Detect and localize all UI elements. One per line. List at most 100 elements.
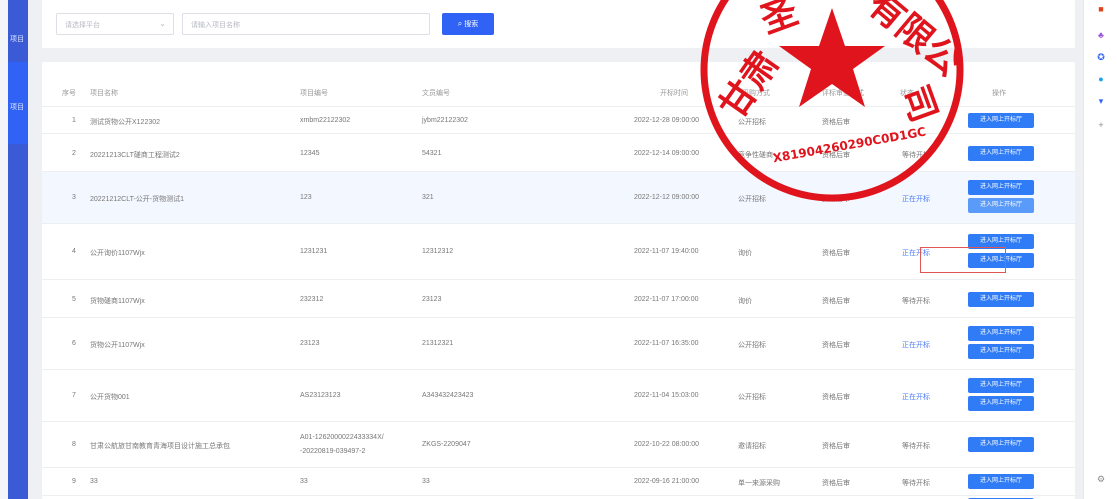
cell-file-no: ZKGS-2209047 xyxy=(422,441,471,448)
cell-review: 资格后审 xyxy=(822,342,850,349)
enter-hall-button[interactable]: 进入网上开标厅 xyxy=(968,146,1034,161)
cell-project-no: 33 xyxy=(300,478,308,485)
cell-review: 资格后审 xyxy=(822,119,850,126)
search-button-label: 搜索 xyxy=(464,21,479,28)
project-table: 序号 项目名称 项目编号 文员编号 开标时间 采购方式 评标审查方式 状态 操作… xyxy=(42,62,1075,499)
settings-icon[interactable]: ⚙ xyxy=(1096,474,1106,484)
table-row: 9 33 33 33 2022-09-16 21:00:00 单一来源采购 资格… xyxy=(42,468,1075,496)
nav-item-label[interactable]: 项目 xyxy=(10,34,24,44)
enter-hall-button[interactable]: 进入网上开标厅 xyxy=(968,234,1034,249)
enter-hall-button[interactable]: 进入网上开标厅 xyxy=(968,326,1034,341)
cell-index: 2 xyxy=(72,150,76,157)
table-row: 1 测试货物公开X122302 xmbm22122302 jybm2212230… xyxy=(42,106,1075,134)
table-row: 5 货物磋商1107Wjx 232312 23123 2022-11-07 17… xyxy=(42,280,1075,318)
cell-project-no-line2: -20220819-039497-2 xyxy=(300,448,366,455)
project-name-placeholder: 请输入项目名称 xyxy=(191,22,240,29)
cell-open-time: 2022-12-12 09:00:00 xyxy=(634,194,699,201)
col-header-project-no: 项目编号 xyxy=(300,90,328,97)
platform-select-placeholder: 请选择平台 xyxy=(65,22,100,29)
app-icon-red[interactable]: ■ xyxy=(1096,4,1106,14)
right-toolbar: ■ ♣ ✪ ● ▾ + ⚙ xyxy=(1083,0,1117,499)
enter-hall-button-secondary[interactable]: 进入网上开标厅 xyxy=(968,344,1034,359)
cell-name: 货物公开1107Wjx xyxy=(90,342,145,349)
cell-index: 6 xyxy=(72,340,76,347)
cell-status[interactable]: 正在开标 xyxy=(902,194,930,204)
app-icon-blue[interactable]: ✪ xyxy=(1096,52,1106,62)
cell-open-time: 2022-10-22 08:00:00 xyxy=(634,441,699,448)
col-header-open-time: 开标时间 xyxy=(660,90,688,97)
cell-file-no: 21312321 xyxy=(422,340,454,347)
app-icon-purple[interactable]: ♣ xyxy=(1096,30,1106,40)
cell-method: 公开招标 xyxy=(738,119,766,126)
enter-hall-button[interactable]: 进入网上开标厅 xyxy=(968,292,1034,307)
col-header-review-method: 评标审查方式 xyxy=(822,90,864,97)
table-row: 3 20221212CLT-公开-货物测试1 123 321 2022-12-1… xyxy=(42,172,1075,224)
cell-name: 测试货物公开X122302 xyxy=(90,119,161,126)
cell-file-no: A343432423423 xyxy=(422,392,474,399)
col-header-purchase-method: 采购方式 xyxy=(742,90,770,97)
nav-item-active[interactable]: 项目 xyxy=(8,62,28,144)
enter-hall-button-secondary[interactable]: 进入网上开标厅 xyxy=(968,198,1034,213)
cell-file-no: 321 xyxy=(422,194,434,201)
enter-hall-button[interactable]: 进入网上开标厅 xyxy=(968,474,1034,489)
col-header-name: 项目名称 xyxy=(90,90,118,97)
cell-status[interactable]: 正在开标 xyxy=(902,340,930,350)
add-icon[interactable]: + xyxy=(1096,120,1106,130)
cell-method: 公开招标 xyxy=(738,196,766,203)
platform-select[interactable]: 请选择平台 ⌄ xyxy=(56,13,174,35)
chevron-down-icon: ⌄ xyxy=(159,19,166,28)
cell-project-no: 1231231 xyxy=(300,248,328,255)
cell-index: 9 xyxy=(72,478,76,485)
cell-project-no: A01-1262000022433334X/ xyxy=(300,434,384,441)
project-name-input[interactable]: 请输入项目名称 xyxy=(182,13,430,35)
cell-status: 等待开标 xyxy=(902,443,930,450)
table-row: 2 20221213CLT磋商工程测试2 12345 54321 2022-12… xyxy=(42,134,1075,172)
enter-hall-button[interactable]: 进入网上开标厅 xyxy=(968,180,1034,195)
table-row: 7 公开货物001 AS23123123 A343432423423 2022-… xyxy=(42,370,1075,422)
enter-hall-button-secondary[interactable]: 进入网上开标厅 xyxy=(968,253,1034,268)
enter-hall-button[interactable]: 进入网上开标厅 xyxy=(968,437,1034,452)
cell-index: 4 xyxy=(72,248,76,255)
search-button[interactable]: ⌕ 搜索 xyxy=(442,13,494,35)
cell-name: 20221213CLT磋商工程测试2 xyxy=(90,152,180,159)
col-header-index: 序号 xyxy=(62,90,76,97)
enter-hall-button[interactable]: 进入网上开标厅 xyxy=(968,378,1034,393)
cell-open-time: 2022-11-07 17:00:00 xyxy=(634,296,699,303)
enter-hall-button[interactable]: 进入网上开标厅 xyxy=(968,113,1034,128)
cell-project-no: 232312 xyxy=(300,296,324,303)
table-row: 8 甘肃公航旅甘南教育青海项目设计施工总承包 A01-1262000022433… xyxy=(42,422,1075,468)
table-row: 4 公开询价1107Wjx 1231231 12312312 2022-11-0… xyxy=(42,224,1075,280)
table-row: 6 货物公开1107Wjx 23123 21312321 2022-11-07 … xyxy=(42,318,1075,370)
cell-project-no: xmbm22122302 xyxy=(300,117,351,124)
cell-open-time: 2022-12-28 09:00:00 xyxy=(634,117,699,124)
cell-name: 公开货物001 xyxy=(90,394,130,401)
cell-method: 竞争性磋商 xyxy=(738,152,773,159)
cell-method: 询价 xyxy=(738,298,752,305)
enter-hall-button-secondary[interactable]: 进入网上开标厅 xyxy=(968,396,1034,411)
cell-name: 甘肃公航旅甘南教育青海项目设计施工总承包 xyxy=(90,443,230,450)
app-icon-download[interactable]: ▾ xyxy=(1096,96,1106,106)
cell-open-time: 2022-09-16 21:00:00 xyxy=(634,478,699,485)
cell-file-no: 54321 xyxy=(422,150,442,157)
col-header-status: 状态 xyxy=(900,90,914,97)
cell-review: 资格后审 xyxy=(822,196,850,203)
cell-index: 1 xyxy=(72,117,76,124)
filter-bar: 请选择平台 ⌄ 请输入项目名称 ⌕ 搜索 xyxy=(42,0,1075,48)
cell-name: 33 xyxy=(90,478,98,485)
cell-method: 询价 xyxy=(738,250,752,257)
cell-status[interactable]: 正在开标 xyxy=(902,248,930,258)
cell-name: 货物磋商1107Wjx xyxy=(90,298,145,305)
nav-item-active-label: 项目 xyxy=(10,104,24,111)
cell-status[interactable]: 正在开标 xyxy=(902,392,930,402)
side-nav: 项目 项目 xyxy=(8,0,28,499)
cell-index: 5 xyxy=(72,296,76,303)
cell-review: 资格后审 xyxy=(822,394,850,401)
cell-file-no: 33 xyxy=(422,478,430,485)
cell-file-no: 23123 xyxy=(422,296,442,303)
cell-project-no: AS23123123 xyxy=(300,392,341,399)
cell-index: 3 xyxy=(72,194,76,201)
app-icon-cloud[interactable]: ● xyxy=(1096,74,1106,84)
cell-file-no: jybm22122302 xyxy=(422,117,468,124)
cell-open-time: 2022-12-14 09:00:00 xyxy=(634,150,699,157)
cell-review: 资格后审 xyxy=(822,443,850,450)
